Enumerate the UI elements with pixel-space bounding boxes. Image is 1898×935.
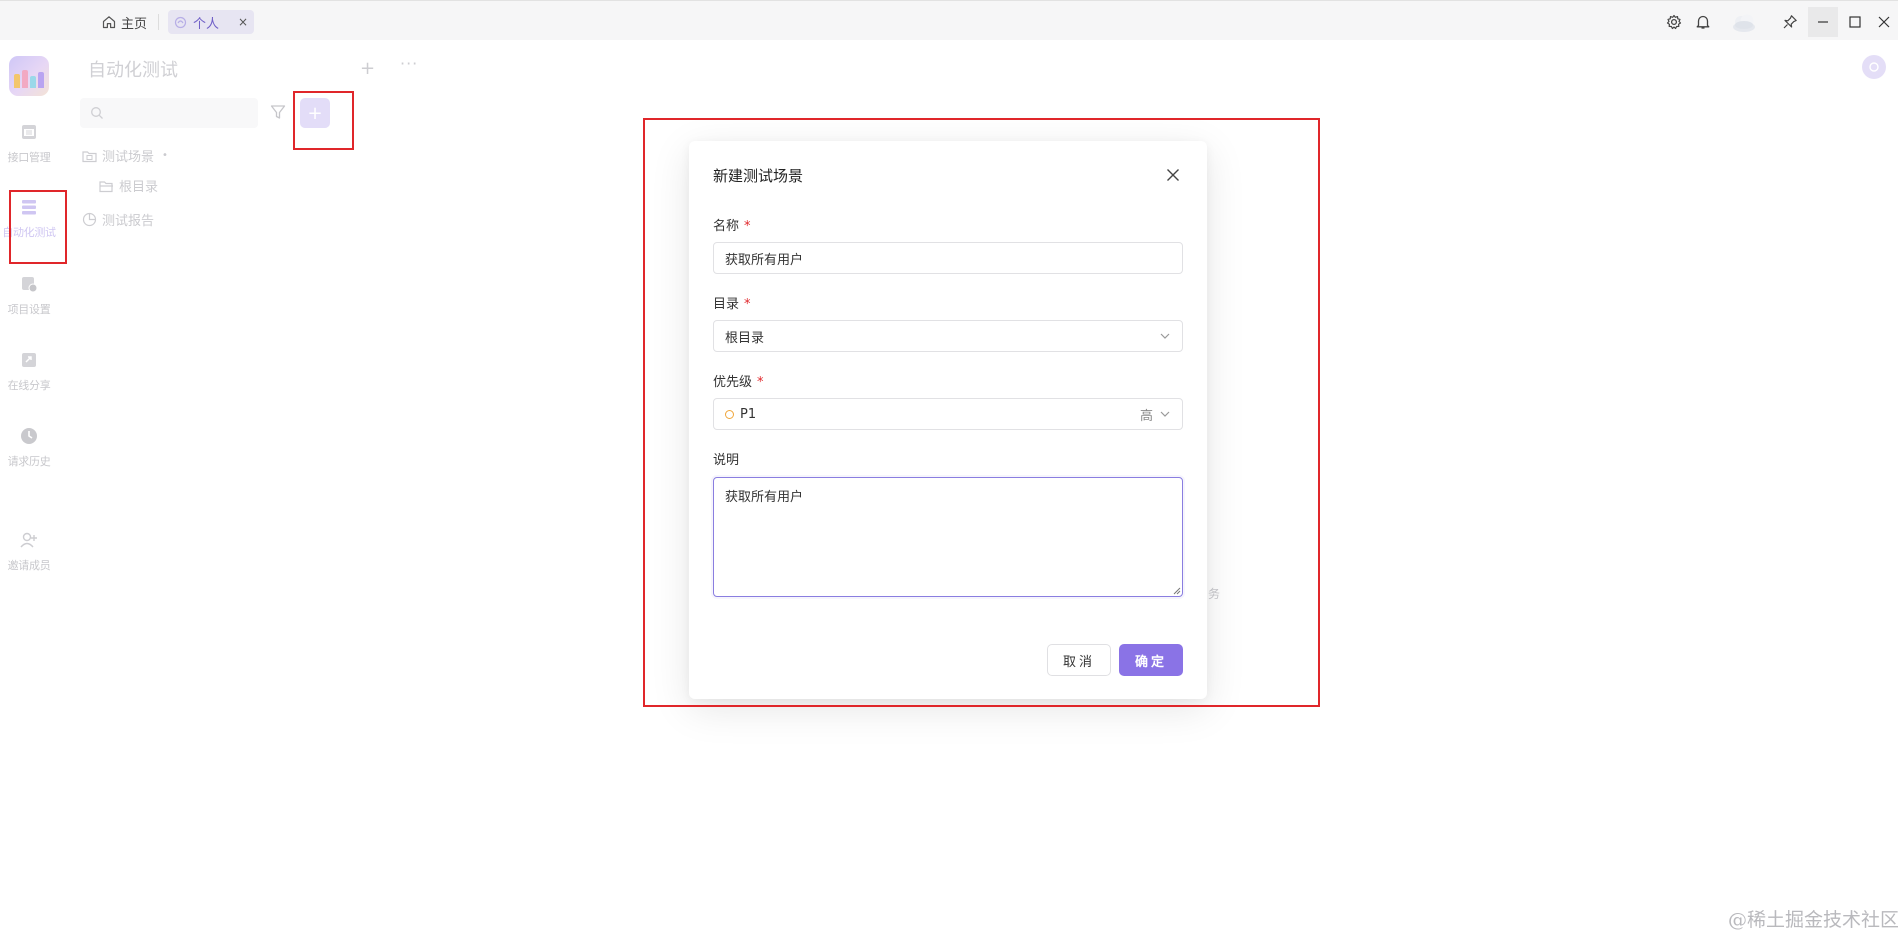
nav-rail: 接口管理 自动化测试 项目设置 在线分享 请求历史 邀请成员 [0,40,58,935]
tab-personal[interactable]: 个人 × [168,10,254,34]
api-icon [22,125,36,139]
pin-icon[interactable] [1780,12,1800,32]
rail-item-share-label: 在线分享 [7,379,51,392]
rail-item-history[interactable]: 请求历史 [0,426,58,469]
tree-item-root[interactable]: 根目录 [99,176,158,195]
tree-item-label: 测试报告 [102,214,155,229]
rail-item-project-settings[interactable]: 项目设置 [0,274,58,317]
rail-item-project-settings-label: 项目设置 [7,303,51,316]
tab-home[interactable]: 主页 [96,10,153,34]
annotation-box-dialog [643,118,1320,707]
tab-personal-label: 个人 [193,16,220,32]
close-icon[interactable] [1874,12,1894,32]
tab-home-label: 主页 [121,16,148,32]
app-logo [9,56,49,96]
annotation-box-new-button [293,91,354,150]
folder-icon [82,150,97,162]
filter-icon[interactable] [270,104,286,120]
panel-title: 自动化测试 [88,60,178,81]
tree-item-test-scenes[interactable]: 测试场景 • [82,146,168,165]
annotation-box-rail [9,190,67,264]
project-settings-icon [22,277,38,293]
rail-item-invite-label: 邀请成员 [7,559,51,572]
search-input[interactable] [80,98,258,128]
invite-icon [20,532,37,548]
minimize-icon[interactable] [1808,7,1838,37]
rail-item-invite[interactable]: 邀请成员 [0,530,58,573]
rail-item-share[interactable]: 在线分享 [0,350,58,393]
tab-divider [158,14,159,30]
tab-close-icon[interactable]: × [238,15,248,29]
history-icon [21,428,37,444]
rail-item-history-label: 请求历史 [7,455,51,468]
rail-item-api-label: 接口管理 [7,151,51,164]
status-badge-icon[interactable] [1862,55,1886,79]
watermark: @稀土掘金技术社区 [1728,909,1898,931]
tree-item-suffix: • [162,150,168,161]
personal-icon [174,16,187,28]
home-icon [102,16,116,29]
folder-open-icon [99,180,113,192]
rail-item-api[interactable]: 接口管理 [0,122,58,165]
bell-icon[interactable] [1693,12,1713,32]
user-avatar[interactable] [1731,10,1757,34]
panel-add-button[interactable]: + [360,58,375,79]
settings-icon[interactable] [1664,12,1684,32]
maximize-icon[interactable] [1845,12,1865,32]
tree-item-reports[interactable]: 测试报告 [82,210,154,229]
title-bar: 主页 个人 × [0,0,1898,40]
share-icon [22,353,36,367]
tree-item-label: 根目录 [119,180,159,195]
tree-item-label: 测试场景 [102,150,155,165]
panel-more-button[interactable]: ··· [400,54,418,73]
search-icon [91,107,103,119]
report-icon [82,212,97,227]
